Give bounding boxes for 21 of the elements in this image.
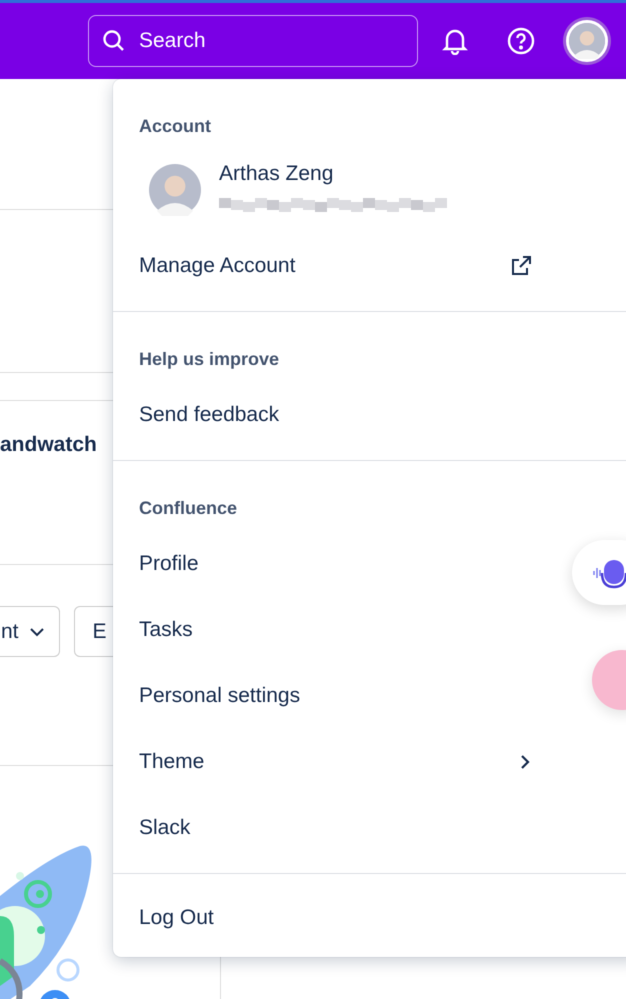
menu-item[interactable]: Profile: [113, 531, 626, 597]
search-field[interactable]: Search: [88, 15, 418, 67]
profile-avatar: [569, 23, 605, 59]
menu-item[interactable]: Log Out: [113, 885, 626, 951]
page-heading: andwatch: [0, 433, 97, 457]
menu-item[interactable]: Personal settings: [113, 663, 626, 729]
search-icon: [102, 29, 126, 53]
filter-dropdown[interactable]: nt: [0, 606, 60, 657]
notification-bell-icon[interactable]: [442, 27, 468, 55]
user-name: Arthas Zeng: [219, 162, 334, 186]
section-title: Account: [138, 115, 211, 137]
section-title: Confluence: [138, 497, 238, 519]
external-link-icon: [509, 254, 533, 278]
menu-item[interactable]: Theme: [113, 729, 626, 795]
menu-item[interactable]: Slack: [113, 795, 626, 861]
user-avatar: [149, 164, 201, 216]
menu-item[interactable]: Manage Account: [113, 233, 626, 299]
chevron-down-icon: [28, 626, 45, 636]
section-title: Help us improve: [138, 348, 280, 370]
help-icon[interactable]: [507, 27, 535, 55]
menu-item[interactable]: Send feedback: [113, 382, 626, 448]
